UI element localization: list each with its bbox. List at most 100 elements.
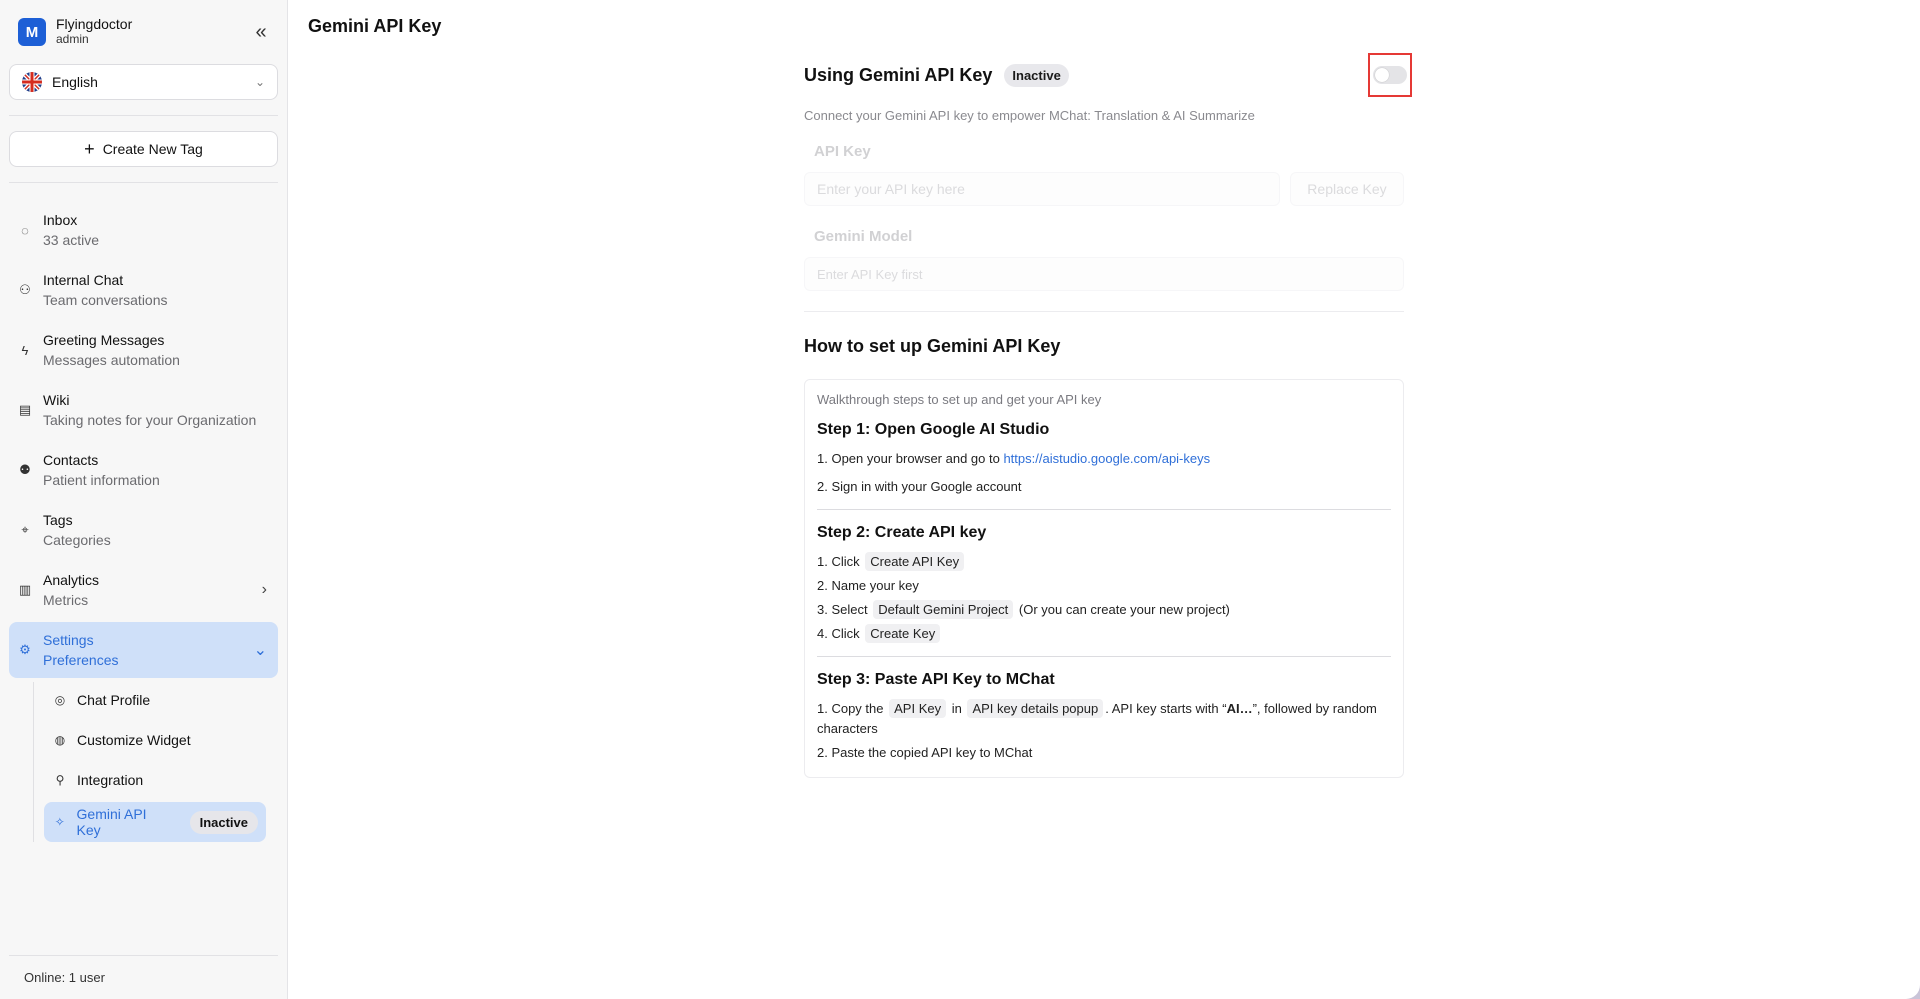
api-config-block: API Key Enter your API key here Replace …	[804, 143, 1404, 291]
code-chip: Default Gemini Project	[873, 600, 1014, 619]
sub-item-customize-widget[interactable]: ◍ Customize Widget	[44, 722, 266, 758]
chat-bubble-icon: ◌	[21, 222, 29, 238]
guide-intro: Walkthrough steps to set up and get your…	[817, 392, 1102, 407]
language-select[interactable]: English ⌄	[9, 64, 278, 100]
step-line: 4. Click Create Key	[817, 624, 1391, 644]
nav-item-settings[interactable]: ⚙ Settings Preferences ⌄	[9, 622, 278, 678]
org-name: Flyingdoctor	[56, 16, 133, 32]
replace-key-button[interactable]: Replace Key	[1290, 172, 1404, 206]
nav-title: Tags	[43, 512, 73, 528]
sub-item-label: Chat Profile	[77, 692, 151, 708]
palette-icon: ◍	[54, 733, 66, 747]
chevron-right-icon: ›	[261, 581, 267, 598]
step-text: in	[951, 701, 962, 716]
nav-item-tags[interactable]: ⌖ Tags Categories	[9, 502, 278, 558]
step-title: Step 1: Open Google AI Studio	[817, 421, 1050, 438]
api-key-label: API Key	[814, 143, 871, 160]
create-new-tag-label: Create New Tag	[102, 141, 203, 157]
nav-subtitle: Categories	[43, 532, 111, 548]
step-text: 1. Click	[817, 554, 860, 569]
step-text: 1. Open your browser and go to	[817, 451, 1004, 466]
nav-title: Contacts	[43, 452, 99, 468]
settings-subnav: ◎ Chat Profile ◍ Customize Widget ⚲ Inte…	[33, 682, 278, 842]
gemini-enable-toggle[interactable]	[1373, 66, 1407, 84]
nav-subtitle: 33 active	[43, 232, 100, 248]
step-line: 1. Copy the API Key in API key details p…	[817, 699, 1391, 739]
divider	[9, 182, 278, 183]
nav-item-contacts[interactable]: ⚉ Contacts Patient information	[9, 442, 278, 498]
org-logo: M	[18, 18, 46, 46]
nav-item-wiki[interactable]: ▤ Wiki Taking notes for your Organization	[9, 382, 278, 438]
main-content: Gemini API Key Using Gemini API Key Inac…	[288, 0, 1920, 999]
org-role: admin	[56, 32, 89, 46]
step-line: 3. Select Default Gemini Project (Or you…	[817, 600, 1391, 620]
nav-subtitle: Team conversations	[43, 292, 168, 308]
step-line: 1. Open your browser and go to https://a…	[817, 449, 1391, 469]
step-text: . API key starts with “	[1105, 701, 1227, 716]
nav-title: Settings	[43, 632, 94, 648]
bar-chart-icon: ▥	[18, 582, 32, 597]
divider	[817, 509, 1391, 510]
nav-item-greeting-messages[interactable]: ϟ Greeting Messages Messages automation	[9, 322, 278, 378]
gear-icon: ⚙	[19, 642, 31, 657]
sub-item-label: Gemini API Key	[76, 806, 147, 838]
step-text: (Or you can create your new project)	[1018, 602, 1230, 617]
plug-icon: ⚲	[55, 773, 65, 787]
nav-title: Wiki	[43, 392, 70, 408]
sub-item-integration[interactable]: ⚲ Integration	[44, 762, 266, 798]
nav-item-analytics[interactable]: ▥ Analytics Metrics ›	[9, 562, 278, 618]
sub-item-gemini-api-key[interactable]: ✧ Gemini API Key Inactive	[44, 802, 266, 842]
lightning-icon: ϟ	[21, 342, 29, 358]
notebook-icon: ▤	[18, 402, 32, 417]
nav-title: Greeting Messages	[43, 332, 165, 348]
code-chip: API key details popup	[967, 699, 1104, 718]
nav-item-inbox[interactable]: ◌ Inbox 33 active	[9, 202, 278, 258]
collapse-sidebar-button[interactable]: «	[247, 18, 275, 46]
page-title: Gemini API Key	[308, 16, 442, 36]
nav-title: Internal Chat	[43, 272, 124, 288]
ai-studio-link[interactable]: https://aistudio.google.com/api-keys	[1003, 451, 1210, 466]
step-line: 1. Click Create API Key	[817, 552, 1391, 572]
create-new-tag-button[interactable]: + Create New Tag	[9, 131, 278, 167]
chevron-down-icon: ⌄	[254, 75, 265, 89]
step-text: 1. Copy the	[817, 701, 884, 716]
gemini-model-label: Gemini Model	[814, 228, 913, 245]
nav-subtitle: Taking notes for your Organization	[43, 412, 257, 428]
nav-item-internal-chat[interactable]: ⚇ Internal Chat Team conversations	[9, 262, 278, 318]
gemini-model-select[interactable]: Enter API Key first	[804, 257, 1404, 291]
api-key-input[interactable]: Enter your API key here	[804, 172, 1280, 206]
team-icon: ⚇	[19, 282, 31, 297]
divider	[9, 115, 278, 116]
toggle-knob	[1375, 68, 1389, 82]
step-line: 2. Sign in with your Google account	[817, 479, 1022, 494]
code-chip: Create Key	[865, 624, 941, 643]
contacts-icon: ⚉	[19, 462, 31, 477]
org-header: M Flyingdoctor admin «	[0, 0, 287, 64]
main-nav: ◌ Inbox 33 active ⚇ Internal Chat Team con…	[9, 202, 278, 846]
code-chip: Create API Key	[865, 552, 965, 571]
nav-subtitle: Preferences	[43, 652, 119, 668]
gemini-settings-panel: Using Gemini API Key Inactive Connect yo…	[804, 53, 1412, 778]
status-badge: Inactive	[1004, 63, 1069, 87]
step-title: Step 2: Create API key	[817, 524, 987, 541]
user-circle-icon: ◎	[54, 693, 66, 707]
step-text: 4. Click	[817, 626, 860, 641]
nav-subtitle: Patient information	[43, 472, 160, 488]
double-chevron-left-icon: «	[255, 20, 267, 43]
org-info: Flyingdoctor admin	[56, 17, 132, 47]
app-window: M Flyingdoctor admin « English ⌄ + Creat…	[0, 0, 1920, 999]
code-chip: API Key	[889, 699, 947, 718]
divider	[804, 311, 1404, 312]
step-line: 2. Paste the copied API key to MChat	[817, 745, 1033, 760]
nav-subtitle: Metrics	[43, 592, 89, 608]
uk-flag-icon	[22, 72, 42, 92]
step-title: Step 3: Paste API Key to MChat	[817, 671, 1055, 688]
description: Connect your Gemini API key to empower M…	[804, 108, 1255, 123]
nav-title: Inbox	[43, 212, 78, 228]
howto-title: How to set up Gemini API Key	[804, 336, 1061, 356]
sub-item-chat-profile[interactable]: ◎ Chat Profile	[44, 682, 266, 718]
status-badge: Inactive	[189, 810, 258, 834]
sidebar: M Flyingdoctor admin « English ⌄ + Creat…	[0, 0, 288, 999]
step-line: 2. Name your key	[817, 578, 919, 593]
plus-icon: +	[84, 138, 95, 159]
